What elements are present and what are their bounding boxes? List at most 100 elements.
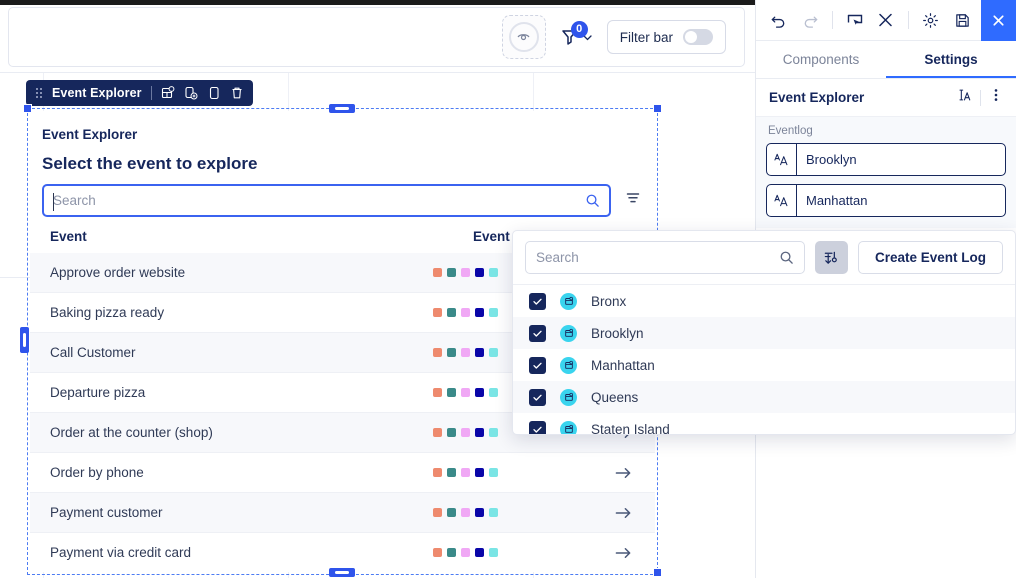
sort-settings-button[interactable] <box>814 241 848 274</box>
search-icon[interactable] <box>585 193 600 208</box>
component-chip-toolbar[interactable]: Event Explorer <box>26 80 253 106</box>
selection-handle-bottom-center[interactable] <box>329 568 355 577</box>
event-search-input[interactable] <box>53 193 585 208</box>
event-filter-icon[interactable] <box>623 188 643 213</box>
gear-icon[interactable] <box>918 7 943 33</box>
event-log-swatch <box>433 348 442 357</box>
event-log-swatch <box>447 388 456 397</box>
list-item[interactable]: Manhattan <box>513 349 1015 381</box>
event-log-swatch <box>433 468 442 477</box>
sort-settings-icon <box>824 251 837 264</box>
search-icon[interactable] <box>779 250 794 265</box>
list-item[interactable]: Queens <box>513 381 1015 413</box>
event-log-swatch <box>475 468 484 477</box>
row-event-name: Payment customer <box>50 505 163 520</box>
event-log-swatch <box>475 548 484 557</box>
selection-handle-left-middle[interactable] <box>20 327 29 353</box>
checkbox-checked[interactable] <box>529 420 546 434</box>
list-item[interactable]: Bronx <box>513 285 1015 317</box>
event-log-swatch <box>433 388 442 397</box>
event-log-swatch <box>461 268 470 277</box>
save-icon[interactable] <box>949 7 974 33</box>
undo-icon[interactable] <box>766 7 791 33</box>
close-panel-button[interactable] <box>980 0 1016 41</box>
row-event-name: Payment via credit card <box>50 545 192 560</box>
checkbox-checked[interactable] <box>529 388 546 406</box>
drag-handle-icon[interactable] <box>35 87 43 99</box>
eventlog-field-value: Manhattan <box>806 193 868 208</box>
arrow-right-icon[interactable] <box>603 506 643 520</box>
component-chip-title: Event Explorer <box>52 86 142 100</box>
dropdown-search-input[interactable] <box>536 250 779 265</box>
event-log-icon <box>560 292 577 310</box>
event-log-swatch <box>461 548 470 557</box>
pointer-box-icon[interactable] <box>842 7 867 33</box>
panel-component-header: Event Explorer <box>756 79 1016 117</box>
header-divider <box>980 89 981 106</box>
list-item[interactable]: Brooklyn <box>513 317 1015 349</box>
preview-button[interactable] <box>501 15 546 59</box>
selection-handle-bottom-right[interactable] <box>653 568 662 577</box>
table-row[interactable]: Payment via credit card <box>30 533 655 572</box>
add-component-icon[interactable] <box>184 86 198 100</box>
selection-handle-top-left[interactable] <box>23 104 32 113</box>
row-event-log-swatches <box>433 548 603 557</box>
event-log-swatch <box>475 388 484 397</box>
selection-handle-top-right[interactable] <box>653 104 662 113</box>
event-log-swatch <box>461 428 470 437</box>
checkbox-checked[interactable] <box>529 324 546 342</box>
duplicate-component-icon[interactable] <box>161 86 175 100</box>
event-search-box[interactable] <box>42 184 611 217</box>
checkbox-checked[interactable] <box>529 356 546 374</box>
eventlog-field[interactable]: Manhattan <box>766 184 1006 217</box>
tab-components[interactable]: Components <box>756 41 886 78</box>
event-log-dropdown: Create Event Log Bronx Brooklyn Manhattan Q… <box>512 230 1016 435</box>
tab-settings[interactable]: Settings <box>886 41 1016 78</box>
checkbox-checked[interactable] <box>529 292 546 310</box>
eventlog-field[interactable]: Brooklyn <box>766 143 1006 176</box>
eventlog-section: Eventlog Brooklyn Manhattan <box>756 117 1016 228</box>
filter-bar-switch[interactable] <box>683 29 713 45</box>
event-log-swatch <box>447 548 456 557</box>
more-vertical-icon[interactable] <box>989 87 1003 108</box>
text-cursor-icon[interactable] <box>956 87 972 108</box>
event-log-swatch <box>475 308 484 317</box>
table-row[interactable]: Order by phone <box>30 453 655 493</box>
event-log-swatch <box>447 268 456 277</box>
dropdown-search-box[interactable] <box>525 241 805 274</box>
arrow-right-icon[interactable] <box>603 466 643 480</box>
table-row[interactable]: Payment customer <box>30 493 655 533</box>
list-item-label: Queens <box>591 389 639 405</box>
row-event-name: Order at the counter (shop) <box>50 425 213 440</box>
create-event-log-button[interactable]: Create Event Log <box>857 241 1003 274</box>
eye-preview-icon <box>508 22 539 52</box>
event-log-swatch <box>489 268 498 277</box>
row-event-log-swatches <box>433 468 603 477</box>
arrow-right-icon[interactable] <box>603 546 643 560</box>
delete-icon[interactable] <box>230 86 244 100</box>
event-log-swatch <box>447 508 456 517</box>
copy-icon[interactable] <box>207 86 221 100</box>
text-format-icon <box>767 144 797 175</box>
canvas-toolbar: 0 Filter bar <box>8 7 745 67</box>
event-log-swatch <box>447 468 456 477</box>
redo-icon[interactable] <box>797 7 822 33</box>
list-item-label: Manhattan <box>591 357 655 373</box>
filter-count-button[interactable]: 0 <box>560 21 593 47</box>
row-event-name: Call Customer <box>50 345 136 360</box>
event-log-swatch <box>461 308 470 317</box>
event-log-swatch <box>433 508 442 517</box>
event-log-swatch <box>433 268 442 277</box>
list-item-label: Bronx <box>591 293 627 309</box>
selection-handle-top-center[interactable] <box>329 104 355 113</box>
filter-bar-toggle[interactable]: Filter bar <box>606 20 726 54</box>
event-log-swatch <box>461 508 470 517</box>
shuffle-icon[interactable] <box>873 7 898 33</box>
event-log-swatch <box>461 468 470 477</box>
list-item[interactable]: Staten Island <box>513 413 1015 435</box>
list-item-label: Staten Island <box>591 421 670 435</box>
event-log-swatch <box>489 428 498 437</box>
filter-count-badge: 0 <box>570 21 588 38</box>
event-log-icon <box>560 388 577 406</box>
event-log-icon <box>560 324 577 342</box>
